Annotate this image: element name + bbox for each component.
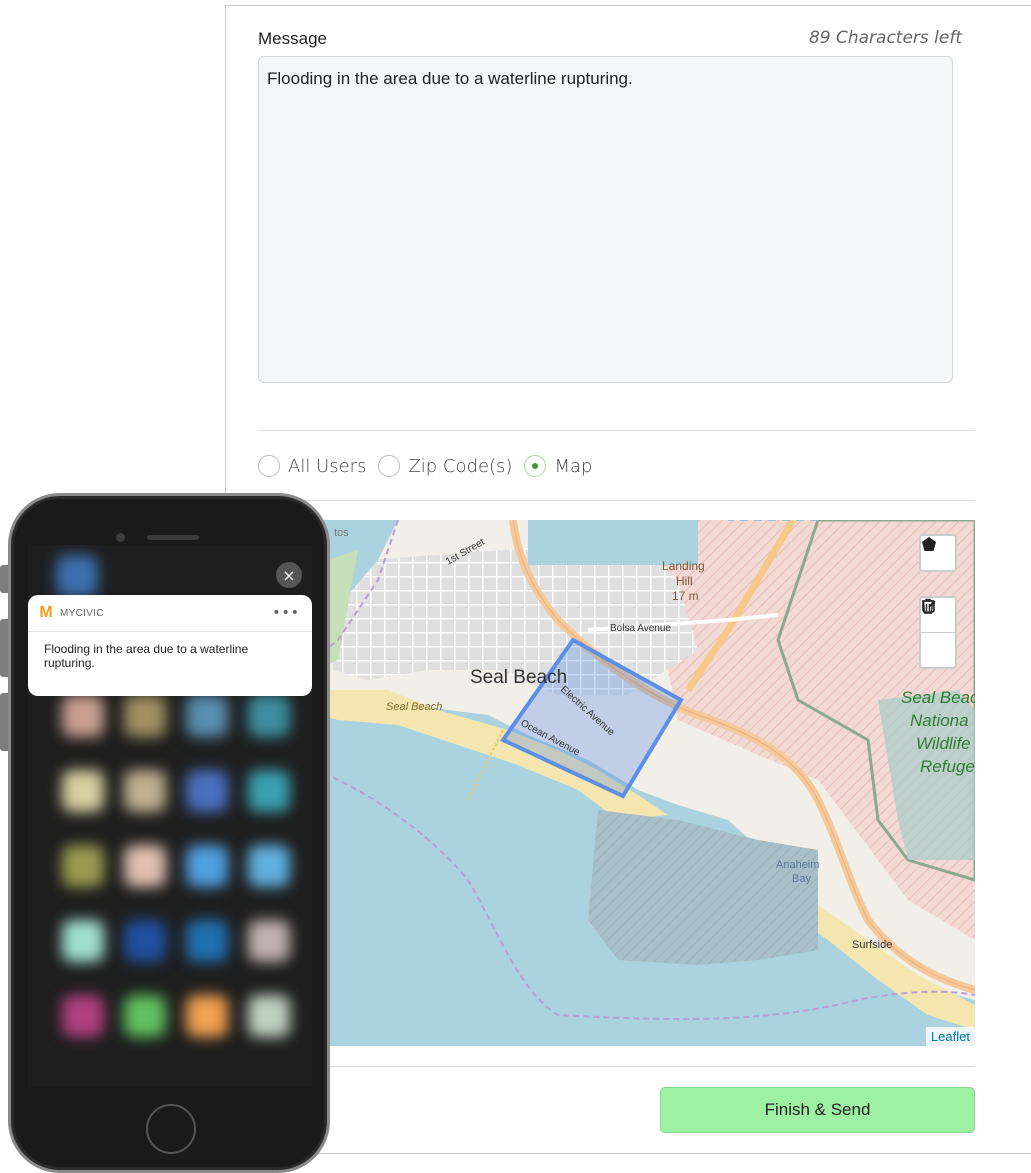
map-label-anaheim: Anaheim bbox=[776, 859, 819, 871]
finish-send-button[interactable]: Finish & Send bbox=[660, 1087, 975, 1133]
radio-circle bbox=[378, 455, 401, 477]
draw-toolbar bbox=[919, 534, 957, 572]
blurred-app-icon bbox=[186, 695, 228, 737]
map-label-landing-hill: Landing bbox=[662, 559, 705, 573]
map-label-bolsa-avenue: Bolsa Avenue bbox=[610, 623, 671, 634]
blurred-app-icon bbox=[124, 845, 166, 887]
edit-toolbar bbox=[919, 596, 957, 669]
radio-map[interactable]: Map bbox=[524, 455, 592, 477]
divider bbox=[258, 1066, 975, 1067]
divider bbox=[258, 500, 975, 501]
map-label-refuge-1: Seal Beac bbox=[901, 688, 975, 707]
blurred-app-icon bbox=[62, 770, 104, 812]
mycivic-logo-icon: M bbox=[39, 604, 53, 621]
map-label-surfside: Surfside bbox=[852, 939, 892, 951]
blurred-app-icon bbox=[248, 770, 290, 812]
map-label-refuge-2: Nationa bbox=[910, 711, 969, 730]
radio-label: All Users bbox=[288, 455, 367, 477]
polygon-icon bbox=[922, 537, 936, 551]
push-notification[interactable]: M MYCIVIC ••• Flooding in the area due t… bbox=[28, 595, 312, 696]
more-options-icon[interactable]: ••• bbox=[272, 605, 300, 621]
notification-body: Flooding in the area due to a waterline … bbox=[44, 642, 249, 670]
blurred-app-icon bbox=[248, 995, 290, 1037]
trash-icon bbox=[922, 598, 934, 614]
message-label: Message bbox=[258, 29, 327, 48]
map-label-seal-beach-shore: Seal Beach bbox=[386, 701, 442, 713]
phone-speaker bbox=[147, 535, 199, 540]
blurred-app-icon bbox=[186, 920, 228, 962]
blurred-app-icon bbox=[62, 995, 104, 1037]
blurred-app-icon bbox=[56, 555, 98, 597]
blurred-app-icon bbox=[62, 920, 104, 962]
radio-circle bbox=[258, 455, 280, 477]
phone-camera bbox=[116, 533, 125, 542]
blurred-app-icon bbox=[62, 695, 104, 737]
notification-app-name: MYCIVIC bbox=[60, 607, 104, 619]
audience-radio-group: All Users Zip Code(s) Map bbox=[258, 452, 604, 480]
map-label-landing-hill-elevation: 17 m bbox=[672, 589, 699, 603]
map-label-alamitos: tos bbox=[334, 527, 349, 539]
radio-label: Map bbox=[554, 455, 593, 477]
blurred-app-icon bbox=[124, 920, 166, 962]
leaflet-attribution-link[interactable]: Leaflet bbox=[925, 1027, 975, 1046]
blurred-app-icon bbox=[186, 845, 228, 887]
radio-circle-selected bbox=[524, 455, 547, 477]
notification-header: M MYCIVIC ••• bbox=[28, 595, 312, 632]
message-textarea[interactable]: Flooding in the area due to a waterline … bbox=[258, 56, 953, 383]
map-label-refuge-3: Wildlife bbox=[916, 734, 971, 753]
map-label-anaheim-bay: Bay bbox=[792, 873, 811, 885]
map-label-landing-hill-2: Hill bbox=[676, 574, 693, 588]
blurred-app-icon bbox=[62, 845, 104, 887]
blurred-app-icon bbox=[124, 770, 166, 812]
map-tiles: Seal Beach Seal Beach 1st Street Landing… bbox=[258, 520, 975, 1030]
characters-left-counter: 89 Characters left bbox=[808, 28, 962, 48]
blurred-app-icon bbox=[248, 695, 290, 737]
delete-layers-button[interactable] bbox=[921, 598, 955, 667]
divider bbox=[258, 430, 975, 431]
radio-zip-codes[interactable]: Zip Code(s) bbox=[378, 455, 512, 477]
radio-label: Zip Code(s) bbox=[408, 455, 513, 477]
blurred-app-icon bbox=[186, 995, 228, 1037]
blurred-app-icon bbox=[124, 695, 166, 737]
blurred-app-icon bbox=[124, 995, 166, 1037]
blurred-app-icon bbox=[248, 920, 290, 962]
radio-all-users[interactable]: All Users bbox=[258, 455, 366, 477]
map-view[interactable]: Seal Beach Seal Beach 1st Street Landing… bbox=[258, 520, 975, 1046]
map-label-refuge-4: Refuge bbox=[920, 757, 975, 776]
blurred-app-icon bbox=[186, 770, 228, 812]
phone-home-button[interactable] bbox=[146, 1104, 196, 1154]
draw-polygon-button[interactable] bbox=[921, 536, 955, 570]
map-label-seal-beach: Seal Beach bbox=[470, 667, 567, 688]
close-icon[interactable]: × bbox=[276, 562, 302, 588]
blurred-app-icon bbox=[248, 845, 290, 887]
